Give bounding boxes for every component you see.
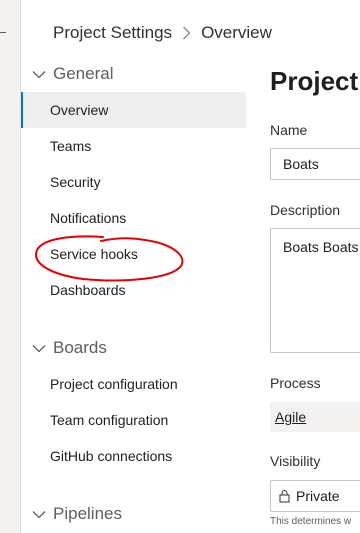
process-label: Process [270,375,321,391]
name-field[interactable]: Boats [270,148,360,180]
settings-nav: General Overview Teams Security Notifica… [21,56,246,532]
nav-group-pipelines-label: Pipelines [53,504,122,523]
breadcrumb: Project Settings Overview [53,22,272,44]
lock-icon [279,489,290,503]
nav-item-overview[interactable]: Overview [21,92,246,128]
chevron-down-icon [29,70,49,79]
breadcrumb-overview: Overview [201,23,272,42]
description-label: Description [270,202,341,218]
nav-group-pipelines[interactable]: Pipelines [21,496,246,532]
visibility-dropdown[interactable]: Private [270,480,360,512]
visibility-label: Visibility [270,453,321,469]
nav-item-github-connections[interactable]: GitHub connections [21,438,246,474]
chevron-down-icon [29,510,49,519]
nav-item-label: Security [50,174,101,190]
nav-item-label: Project configuration [50,376,178,392]
breadcrumb-project-settings[interactable]: Project Settings [53,23,172,43]
nav-item-label: Dashboards [50,282,126,298]
process-link[interactable]: Agile [275,409,306,425]
nav-item-dashboards[interactable]: Dashboards [21,272,246,308]
chevron-down-icon [29,344,49,353]
left-rail [0,0,21,533]
description-field[interactable]: Boats Boats [270,228,360,353]
nav-item-label: Team configuration [50,412,169,428]
name-label: Name [270,122,308,138]
nav-group-general[interactable]: General [21,56,246,92]
visibility-hint: This determines w [270,516,352,527]
nav-item-service-hooks[interactable]: Service hooks [21,236,246,272]
nav-group-boards[interactable]: Boards [21,330,246,366]
nav-item-label: Teams [50,138,92,154]
nav-item-project-configuration[interactable]: Project configuration [21,366,246,402]
nav-item-notifications[interactable]: Notifications [21,200,246,236]
nav-item-security[interactable]: Security [21,164,246,200]
nav-group-boards-label: Boards [53,338,107,357]
nav-item-label: Notifications [50,210,127,226]
nav-item-label: Overview [50,102,109,118]
visibility-value: Private [296,488,340,504]
chevron-right-icon [182,26,191,40]
overview-content: Project Name Boats Description Boats Boa… [270,0,360,533]
process-box: Agile [270,402,360,432]
page-title: Project [270,66,359,96]
nav-item-team-configuration[interactable]: Team configuration [21,402,246,438]
nav-item-teams[interactable]: Teams [21,128,246,164]
collapse-dash-icon[interactable] [0,32,6,33]
nav-group-general-label: General [53,64,114,83]
name-field-value: Boats [283,156,319,172]
nav-item-label: GitHub connections [50,448,173,464]
nav-item-label: Service hooks [50,246,138,262]
description-field-value: Boats Boats [283,239,359,255]
